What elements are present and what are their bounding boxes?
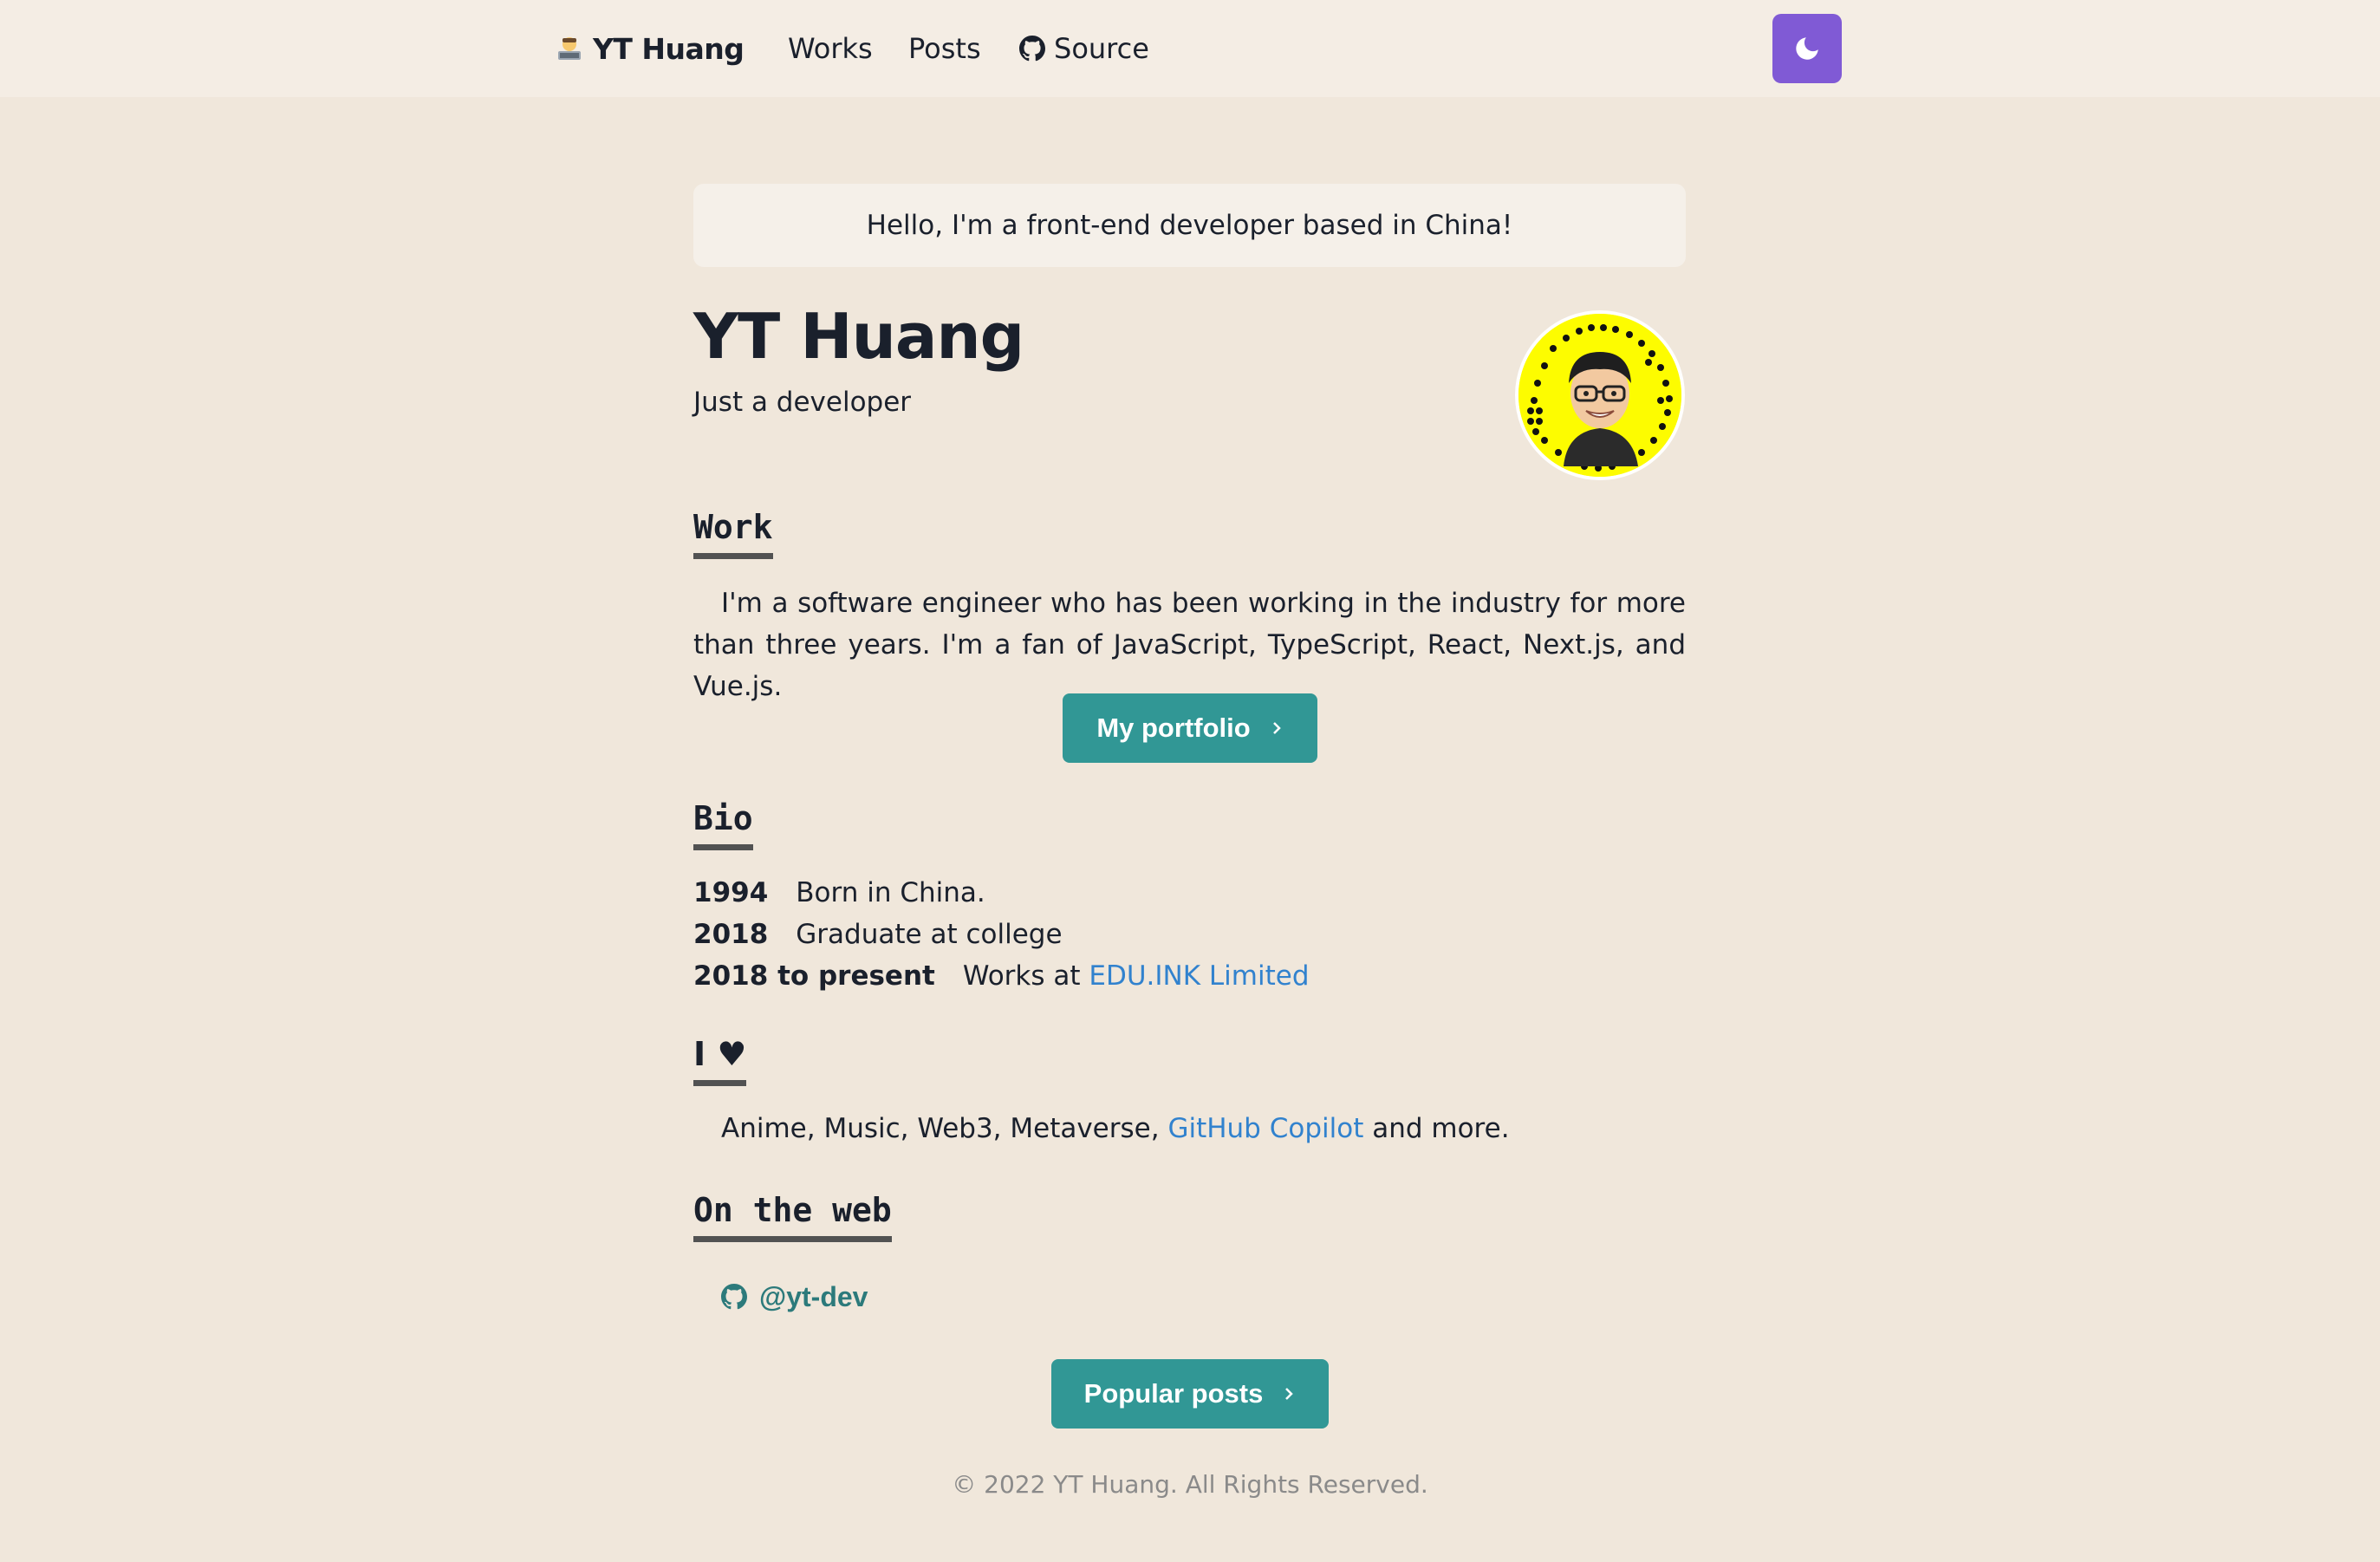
popular-posts-label: Popular posts	[1083, 1378, 1264, 1409]
bio-item: 2018 to present Works at EDU.INK Limited	[693, 960, 1310, 992]
love-text-after: and more.	[1363, 1113, 1510, 1144]
moon-icon	[1796, 37, 1818, 60]
my-portfolio-label: My portfolio	[1096, 713, 1251, 743]
bio-text: Works at	[962, 960, 1089, 992]
bio-text-wrap: Works at EDU.INK Limited	[963, 960, 1310, 992]
section-title-work: Work	[693, 508, 773, 559]
bio-text: Graduate at college	[796, 919, 1063, 950]
chevron-right-icon	[1285, 1388, 1294, 1400]
nav-link-works-label: Works	[788, 32, 873, 65]
bio-item: 2018 Graduate at college	[693, 919, 1063, 950]
nav-link-posts-label: Posts	[908, 32, 981, 65]
bio-item: 1994 Born in China.	[693, 877, 985, 908]
company-link[interactable]: EDU.INK Limited	[1089, 960, 1309, 992]
navbar: YT Huang Works Posts Source	[0, 0, 2380, 97]
bio-year: 2018 to present	[693, 960, 935, 992]
avatar-image	[1518, 314, 1681, 477]
coder-emoji-icon	[558, 37, 581, 60]
greeting-text: Hello, I'm a front-end developer based i…	[866, 210, 1513, 241]
work-description: I'm a software engineer who has been wor…	[693, 588, 1686, 702]
nav-link-source-label: Source	[1054, 32, 1149, 65]
footer-copyright: © 2022 YT Huang. All Rights Reserved.	[952, 1470, 1428, 1499]
nav-link-works[interactable]: Works	[788, 26, 873, 71]
tagline: Just a developer	[693, 387, 912, 418]
bio-year: 1994	[693, 877, 769, 908]
github-icon	[1019, 36, 1045, 62]
logo-text: YT Huang	[593, 31, 745, 66]
chevron-right-icon	[1272, 722, 1281, 734]
site-logo[interactable]: YT Huang	[555, 24, 745, 73]
my-portfolio-button[interactable]: My portfolio	[1063, 693, 1317, 763]
section-title-bio: Bio	[693, 799, 753, 850]
bio-text: Born in China.	[796, 877, 985, 908]
love-text-before: Anime, Music, Web3, Metaverse,	[721, 1113, 1168, 1144]
theme-toggle-button[interactable]	[1772, 14, 1842, 83]
nav-link-source[interactable]: Source	[1019, 26, 1149, 71]
page-title: YT Huang	[693, 300, 1024, 373]
github-profile-link[interactable]: @yt-dev	[721, 1278, 868, 1316]
github-handle: @yt-dev	[759, 1280, 868, 1312]
love-text: Anime, Music, Web3, Metaverse, GitHub Co…	[721, 1113, 1510, 1144]
section-title-web: On the web	[693, 1191, 892, 1242]
github-icon	[721, 1284, 747, 1310]
nav-link-posts[interactable]: Posts	[908, 26, 981, 71]
greeting-banner: Hello, I'm a front-end developer based i…	[693, 184, 1686, 267]
bio-year: 2018	[693, 919, 769, 950]
avatar	[1515, 310, 1685, 480]
github-copilot-link[interactable]: GitHub Copilot	[1167, 1113, 1363, 1144]
section-title-love: I ♥	[693, 1035, 747, 1086]
popular-posts-button[interactable]: Popular posts	[1051, 1359, 1329, 1429]
